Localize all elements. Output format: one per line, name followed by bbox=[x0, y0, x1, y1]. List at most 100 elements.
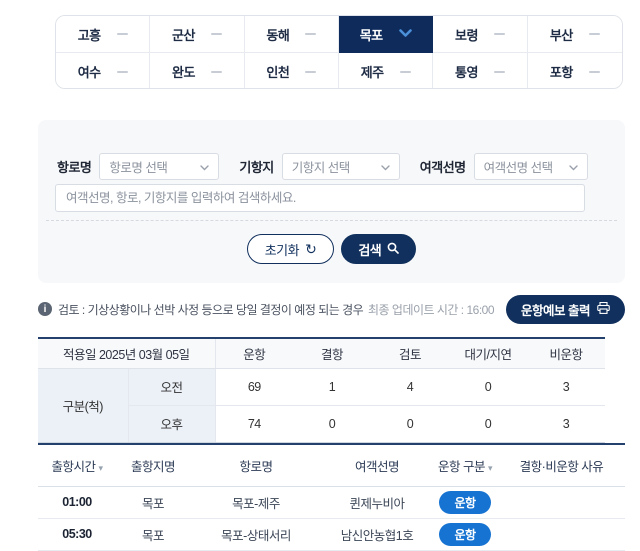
schedule-row: 05:30 목포 목포-상태서리 남신안농협1호 운항 bbox=[38, 518, 625, 551]
search-filter-panel: 항로명 항로명 선택 기항지 기항지 선택 여객선명 여객선명 선택 여객선명,… bbox=[38, 120, 625, 283]
port-label: 제주 bbox=[360, 65, 384, 80]
port-tab-jeju[interactable]: 제주 bbox=[339, 53, 434, 88]
port-label: 부산 bbox=[549, 27, 573, 43]
ship-filter-group: 여객선명 여객선명 선택 bbox=[420, 153, 588, 180]
ship-name-select[interactable]: 여객선명 선택 bbox=[473, 153, 588, 180]
ship-name: 남신안농협1호 bbox=[322, 518, 432, 551]
reset-button[interactable]: 초기화 ↻ bbox=[246, 234, 335, 264]
group-label-cell: 구분(척) bbox=[38, 368, 129, 443]
summary-value: 3 bbox=[527, 368, 606, 406]
info-icon: i bbox=[38, 302, 52, 316]
col-header-operating: 운항 bbox=[215, 338, 294, 369]
reset-button-label: 초기화 bbox=[264, 242, 300, 258]
port-grid: 고흥 군산 동해 목포 보령 부산 여수 완도 인천 제주 통영 포항 bbox=[55, 15, 623, 89]
route: 목포-상태서리 bbox=[190, 518, 322, 551]
summary-value: 74 bbox=[215, 405, 294, 443]
header-ship-name: 여객선명 bbox=[322, 444, 432, 487]
port-label: 통영 bbox=[455, 65, 478, 80]
port-tab-gunsan[interactable]: 군산 bbox=[150, 16, 245, 53]
port-label: 목포 bbox=[359, 27, 383, 43]
sort-icon: ▾ bbox=[487, 462, 493, 473]
summary-row-morning: 구분(척) 오전 69 1 4 0 3 bbox=[38, 368, 606, 443]
ship-name: 퀸제누비아 bbox=[322, 486, 432, 519]
origin: 목포 bbox=[116, 486, 190, 519]
port-tab-pohang[interactable]: 포항 bbox=[527, 53, 622, 88]
col-header-review: 검토 bbox=[371, 338, 450, 369]
ship-filter-label: 여객선명 bbox=[419, 160, 466, 175]
port-label: 고흥 bbox=[77, 27, 101, 43]
summary-value: 3 bbox=[527, 405, 606, 443]
dash-icon bbox=[305, 33, 317, 35]
chevron-down-icon bbox=[381, 160, 390, 174]
port-label: 인천 bbox=[266, 65, 290, 80]
schedule-header-row: 출항시간 ▾ 출항지명 항로명 여객선명 운항 구분 ▾ 결항·비운항 사유 bbox=[38, 444, 625, 487]
route-select-value: 항로명 선택 bbox=[109, 161, 168, 175]
chevron-down-icon bbox=[398, 25, 412, 43]
route-select[interactable]: 항로명 선택 bbox=[99, 153, 220, 180]
port-tab-incheon[interactable]: 인천 bbox=[244, 53, 339, 88]
search-button[interactable]: 검색 bbox=[341, 234, 417, 264]
search-button-label: 검색 bbox=[358, 242, 382, 258]
col-header-cancelled: 결항 bbox=[293, 338, 372, 369]
dash-icon bbox=[399, 70, 411, 73]
dash-icon bbox=[305, 70, 317, 73]
review-note: 검토 : 기상상황이나 선박 사정 등으로 당일 결정이 예정 되는 경우 bbox=[58, 302, 364, 317]
dash-icon bbox=[116, 70, 128, 73]
dash-icon bbox=[116, 33, 128, 35]
summary-value: 0 bbox=[293, 405, 372, 443]
ferry-operation-forecast-page: 고흥 군산 동해 목포 보령 부산 여수 완도 인천 제주 통영 포항 항로명 … bbox=[0, 0, 640, 551]
port-tab-tongyeong[interactable]: 통영 bbox=[433, 53, 528, 88]
dash-icon bbox=[210, 70, 222, 73]
dash-icon bbox=[493, 70, 505, 73]
ship-select-value: 여객선명 선택 bbox=[483, 161, 553, 175]
header-origin: 출항지명 bbox=[116, 444, 190, 487]
notice-row: i 검토 : 기상상황이나 선박 사정 등으로 당일 결정이 예정 되는 경우 … bbox=[38, 294, 625, 324]
search-icon bbox=[387, 242, 400, 257]
sort-header-status[interactable]: 운항 구분 ▾ bbox=[432, 444, 498, 487]
dash-icon bbox=[588, 33, 600, 35]
refresh-icon: ↻ bbox=[305, 241, 317, 257]
summary-value: 0 bbox=[449, 405, 528, 443]
status-cell: 운항 bbox=[432, 518, 498, 551]
summary-value: 0 bbox=[371, 405, 450, 443]
port-label: 여수 bbox=[77, 65, 101, 80]
dash-icon bbox=[588, 70, 600, 73]
port-tab-donghae[interactable]: 동해 bbox=[244, 16, 339, 53]
header-cancel-reason: 결항·비운항 사유 bbox=[498, 444, 625, 487]
applied-date-header: 적용일 2025년 03월 05일 bbox=[38, 338, 216, 369]
port-tab-yeosu[interactable]: 여수 bbox=[56, 53, 151, 88]
print-forecast-button[interactable]: 운항예보 출력 bbox=[506, 294, 625, 324]
filter-buttons: 초기화 ↻ 검색 bbox=[38, 234, 625, 264]
chevron-down-icon bbox=[200, 160, 210, 174]
port-of-call-select[interactable]: 기항지 선택 bbox=[281, 153, 400, 180]
route-filter-group: 항로명 항로명 선택 bbox=[57, 153, 220, 180]
last-update-time: 최종 업데이트 시간 : 16:00 bbox=[367, 302, 495, 317]
port-label: 포항 bbox=[549, 65, 573, 80]
dash-icon bbox=[210, 33, 222, 35]
departure-schedule-table: 출항시간 ▾ 출항지명 항로명 여객선명 운항 구분 ▾ 결항·비운항 사유 01:… bbox=[38, 443, 625, 551]
port-tab-mokpo-selected[interactable]: 목포 bbox=[339, 16, 434, 53]
header-route: 항로명 bbox=[190, 444, 322, 487]
summary-header-row: 적용일 2025년 03월 05일 운항 결항 검토 대기/지연 비운항 bbox=[38, 338, 606, 369]
filter-row: 항로명 항로명 선택 기항지 기항지 선택 여객선명 여객선명 선택 bbox=[57, 153, 588, 180]
port-label: 군산 bbox=[172, 27, 195, 43]
chevron-down-icon bbox=[568, 160, 578, 174]
cancel-reason bbox=[498, 518, 625, 551]
port-tab-boryeong[interactable]: 보령 bbox=[433, 16, 528, 53]
port-tab-wando[interactable]: 완도 bbox=[150, 53, 245, 88]
departure-time: 05:30 bbox=[38, 518, 116, 551]
period-label-morning: 오전 bbox=[128, 368, 216, 406]
port-tab-busan[interactable]: 부산 bbox=[527, 16, 622, 53]
port-label: 완도 bbox=[172, 65, 195, 80]
col-header-standby-delay: 대기/지연 bbox=[449, 338, 528, 369]
call-filter-label: 기항지 bbox=[239, 160, 274, 175]
summary-value: 4 bbox=[371, 368, 450, 406]
keyword-search-input[interactable] bbox=[55, 184, 585, 212]
port-tab-goheung[interactable]: 고흥 bbox=[56, 16, 151, 53]
summary-value: 69 bbox=[215, 368, 294, 406]
status-cell: 운항 bbox=[432, 486, 498, 519]
sort-header-departure-time[interactable]: 출항시간 ▾ bbox=[38, 444, 116, 487]
summary-value: 1 bbox=[293, 368, 372, 406]
route-filter-label: 항로명 bbox=[57, 160, 92, 175]
port-label: 동해 bbox=[266, 27, 290, 43]
